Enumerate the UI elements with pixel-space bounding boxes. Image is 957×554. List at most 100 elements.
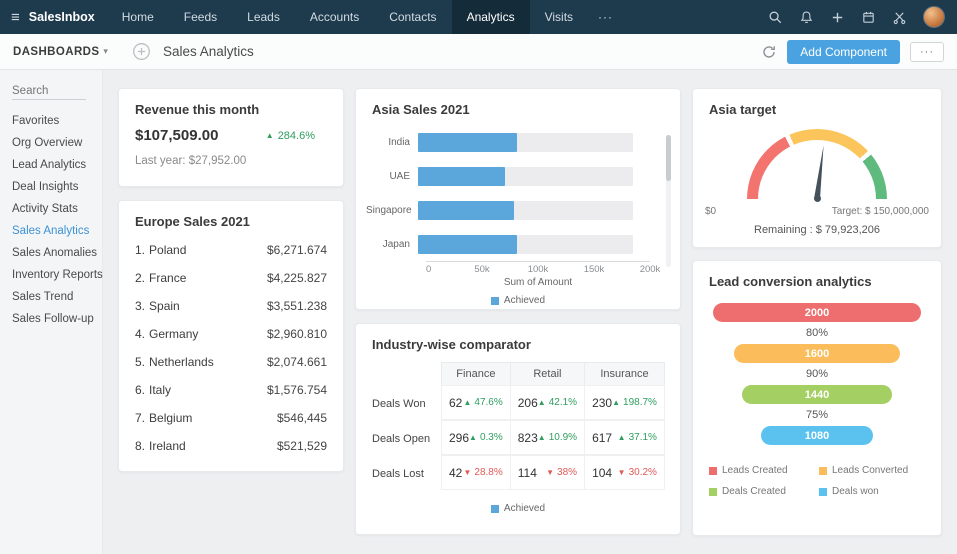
sidebar-item-sales-analytics[interactable]: Sales Analytics — [0, 220, 102, 242]
metric-cell: 114 ▼ 38% — [509, 455, 586, 490]
funnel-stage-deals-created[interactable]: 1440 — [742, 385, 892, 404]
category-label: Japan — [382, 238, 410, 250]
sidebar-item-sales-anomalies[interactable]: Sales Anomalies — [0, 242, 102, 264]
nav-item-leads[interactable]: Leads — [232, 0, 295, 34]
gauge-target-label: Target: $ 150,000,000 — [831, 206, 929, 217]
brand-logo[interactable]: SalesInbox — [29, 10, 95, 24]
nav-item-contacts[interactable]: Contacts — [374, 0, 451, 34]
category-label: UAE — [389, 170, 410, 182]
nav-item-visits[interactable]: Visits — [530, 0, 588, 34]
hamburger-menu-icon[interactable]: ≡ — [0, 9, 29, 26]
funnel-chart: 2000 80% 1600 90% 1440 75% 1080 — [713, 303, 921, 445]
revenue-kpi-card: Revenue this month $107,509.00 ▲ 284.6% L… — [118, 88, 344, 187]
sidebar-item-deal-insights[interactable]: Deal Insights — [0, 176, 102, 198]
metric-cell: 62 ▲ 47.6% — [441, 385, 511, 420]
funnel-stage-deals-won[interactable]: 1080 — [760, 426, 874, 445]
list-item: 1. Poland $6,271.674 — [135, 243, 327, 257]
sidebar-search-input[interactable] — [12, 83, 86, 100]
nav-item-feeds[interactable]: Feeds — [169, 0, 232, 34]
list-item: 5. Netherlands $2,074.661 — [135, 355, 327, 369]
category-label: Singapore — [366, 204, 412, 216]
legend-swatch — [709, 466, 717, 475]
bar-achieved[interactable] — [418, 166, 505, 186]
refresh-icon[interactable] — [761, 44, 777, 60]
funnel-stage-leads-created[interactable]: 2000 — [713, 303, 921, 322]
scrollbar-thumb[interactable] — [666, 135, 671, 181]
sidebar-item-lead-analytics[interactable]: Lead Analytics — [0, 154, 102, 176]
legend-swatch — [819, 487, 827, 496]
dashboards-sidebar: Favorites Org Overview Lead Analytics De… — [0, 70, 103, 554]
x-axis-label: Sum of Amount — [503, 277, 573, 288]
toolbar-more-button[interactable]: ··· — [910, 41, 944, 62]
nav-item-home[interactable]: Home — [107, 0, 169, 34]
change-indicator: ▲ 47.6% — [463, 397, 503, 408]
legend-swatch — [709, 487, 717, 496]
up-triangle-icon: ▲ — [469, 433, 477, 442]
sidebar-item-inventory-reports[interactable]: Inventory Reports — [0, 264, 103, 286]
change-indicator: ▲ 0.3% — [469, 432, 503, 443]
list-item: 4. Germany $2,960.810 — [135, 327, 327, 341]
chevron-down-icon[interactable]: ▾ — [103, 46, 108, 57]
sidebar-item-org-overview[interactable]: Org Overview — [0, 132, 102, 154]
legend-swatch — [490, 504, 499, 513]
gauge-chart — [747, 129, 887, 202]
metric-cell: 206 ▲ 42.1% — [509, 385, 586, 420]
explore-icon[interactable] — [132, 42, 151, 61]
gauge-pivot — [813, 195, 821, 202]
user-avatar[interactable] — [923, 6, 945, 28]
list-item: 6. Italy $1,576.754 — [135, 383, 327, 397]
sidebar-item-favorites[interactable]: Favorites — [0, 110, 102, 132]
down-triangle-icon: ▼ — [463, 468, 472, 477]
down-triangle-icon: ▼ — [546, 468, 555, 477]
dashboards-dropdown[interactable]: DASHBOARDS — [0, 46, 99, 58]
add-icon[interactable] — [830, 10, 845, 25]
list-item: 2. France $4,225.827 — [135, 271, 327, 285]
metric-cell: 296 ▲ 0.3% — [441, 420, 511, 455]
sidebar-item-activity-stats[interactable]: Activity Stats — [0, 198, 102, 220]
card-title: Asia Sales 2021 — [372, 102, 470, 117]
tools-icon[interactable] — [892, 10, 907, 25]
nav-item-analytics[interactable]: Analytics — [451, 0, 530, 34]
up-triangle-icon: ▲ — [617, 433, 626, 442]
chart-scrollbar[interactable] — [666, 135, 671, 267]
conversion-rate: 90% — [805, 368, 829, 380]
bar-achieved[interactable] — [418, 234, 517, 254]
metric-cell: 104 ▼ 30.2% — [584, 455, 665, 490]
card-title: Asia target — [709, 102, 777, 117]
lead-conversion-card: Lead conversion analytics 2000 80% 1600 … — [692, 260, 942, 536]
toolbar-actions: Add Component ··· — [761, 39, 957, 64]
calendar-icon[interactable] — [861, 10, 876, 25]
metric-cell: 42 ▼ 28.8% — [441, 455, 511, 490]
metric-cell: 617 ▲ 37.1% — [584, 420, 665, 455]
up-triangle-icon: ▲ — [463, 398, 472, 407]
legend-item: Leads Created — [709, 465, 815, 476]
change-indicator: ▼ 30.2% — [617, 467, 657, 478]
column-header: Finance — [441, 362, 511, 386]
list-item: 7. Belgium $546,445 — [135, 411, 327, 425]
card-title: Revenue this month — [135, 102, 260, 117]
change-indicator: ▲ 10.9% — [537, 432, 578, 443]
sidebar-item-sales-trend[interactable]: Sales Trend — [0, 286, 102, 308]
funnel-stage-leads-converted[interactable]: 1600 — [733, 344, 901, 363]
revenue-change-indicator: ▲ 284.6% — [265, 129, 315, 142]
revenue-value: $107,509.00 — [135, 127, 219, 144]
nav-more-button[interactable]: ··· — [588, 0, 623, 34]
legend-swatch — [490, 296, 499, 305]
category-label: India — [388, 136, 410, 148]
asia-target-card: Asia target $0 Target: $ 150,000,000 Rem… — [692, 88, 942, 248]
page-title: Sales Analytics — [162, 44, 254, 59]
bar-achieved[interactable] — [418, 200, 515, 220]
search-icon[interactable] — [768, 10, 783, 25]
funnel-legend: Leads Created Leads Converted Deals Crea… — [709, 465, 925, 497]
gauge-remaining-label: Remaining : $ 79,923,206 — [754, 224, 880, 236]
bar-achieved[interactable] — [418, 132, 517, 152]
dashboard-toolbar: DASHBOARDS ▾ Sales Analytics Add Compone… — [0, 34, 957, 70]
asia-sales-chart-card: Asia Sales 2021 India UAE Singapore Japa… — [355, 88, 681, 310]
nav-item-accounts[interactable]: Accounts — [295, 0, 374, 34]
up-triangle-icon: ▲ — [537, 398, 546, 407]
add-component-button[interactable]: Add Component — [787, 39, 900, 64]
up-triangle-icon: ▲ — [265, 131, 274, 140]
sidebar-item-sales-follow-up[interactable]: Sales Follow-up — [0, 308, 102, 330]
list-item: 8. Ireland $521,529 — [135, 439, 327, 453]
notifications-icon[interactable] — [799, 10, 814, 25]
